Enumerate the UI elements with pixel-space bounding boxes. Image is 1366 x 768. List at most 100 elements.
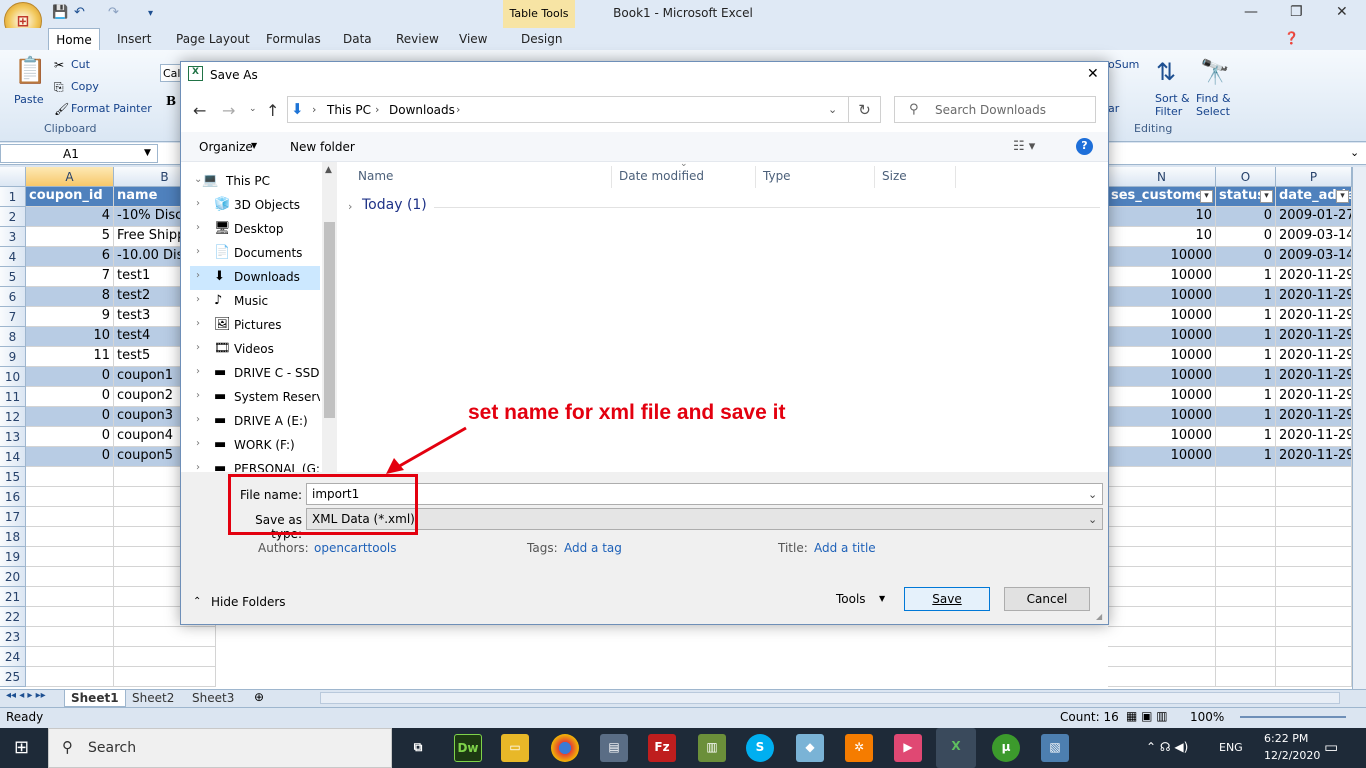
nav-item[interactable]: › 🖥 Desktop	[190, 218, 320, 242]
find-select-label-2[interactable]: Select	[1196, 105, 1230, 118]
column-size[interactable]: Size	[874, 166, 956, 188]
file-explorer-icon[interactable]: ▭	[501, 734, 529, 762]
restore-icon[interactable]: ❐	[1290, 4, 1303, 20]
nav-item[interactable]: › ▬ WORK (F:)	[190, 434, 320, 458]
row-header[interactable]: 5	[0, 267, 26, 287]
tab-design[interactable]: Design	[521, 32, 562, 46]
table-cell[interactable]: 4	[26, 207, 114, 227]
table-cell[interactable]: 10000	[1108, 347, 1216, 367]
table-cell[interactable]: 1	[1216, 447, 1276, 467]
empty-cell[interactable]	[114, 647, 216, 667]
sheet-tab-sheet2[interactable]: Sheet2	[126, 690, 180, 707]
table-cell[interactable]: 10000	[1108, 267, 1216, 287]
excel-taskbar-icon[interactable]: X	[936, 728, 976, 768]
empty-cell[interactable]	[1108, 587, 1216, 607]
empty-cell[interactable]	[1276, 467, 1352, 487]
empty-cell[interactable]	[1108, 607, 1216, 627]
nav-expand-icon[interactable]: ›	[196, 318, 200, 329]
app-icon-13[interactable]: ▧	[1041, 734, 1069, 762]
format-painter-button[interactable]: Format Painter	[71, 102, 152, 115]
empty-cell[interactable]	[1216, 487, 1276, 507]
nav-expand-icon[interactable]: ›	[196, 366, 200, 377]
namebox-dropdown-icon[interactable]: ▼	[144, 148, 151, 158]
table-header-cell[interactable]: status ▾	[1216, 187, 1276, 207]
language-indicator[interactable]: ENG	[1219, 741, 1243, 754]
table-cell[interactable]: 5	[26, 227, 114, 247]
file-name-dropdown-icon[interactable]: ⌄	[1088, 488, 1097, 501]
row-header[interactable]: 10	[0, 367, 26, 387]
empty-cell[interactable]	[1216, 667, 1276, 687]
table-cell[interactable]: 0	[26, 367, 114, 387]
empty-cell[interactable]	[26, 627, 114, 647]
nav-item[interactable]: ⌄ 💻 This PC	[188, 170, 318, 194]
table-cell[interactable]: 10	[1108, 207, 1216, 227]
table-cell[interactable]: 2009-01-27	[1276, 207, 1352, 227]
table-cell[interactable]: 0	[1216, 227, 1276, 247]
table-cell[interactable]: 10000	[1108, 407, 1216, 427]
table-cell[interactable]: 0	[26, 387, 114, 407]
empty-cell[interactable]	[26, 527, 114, 547]
empty-cell[interactable]	[1276, 587, 1352, 607]
empty-cell[interactable]	[1216, 647, 1276, 667]
tools-button[interactable]: Tools	[836, 592, 866, 606]
authors-value[interactable]: opencarttools	[314, 541, 397, 555]
view-options-icon[interactable]: ☷ ▾	[1013, 139, 1035, 154]
filter-dropdown-icon[interactable]: ▾	[1200, 190, 1213, 203]
horizontal-scrollbar[interactable]	[320, 692, 1340, 704]
zoom-slider[interactable]	[1240, 716, 1346, 718]
nav-expand-icon[interactable]: ›	[196, 246, 200, 257]
empty-cell[interactable]	[1108, 627, 1216, 647]
row-header[interactable]: 2	[0, 207, 26, 227]
clock-date[interactable]: 12/2/2020	[1264, 749, 1320, 762]
table-header-cell[interactable]: ses_customer ▾	[1108, 187, 1216, 207]
breadcrumb-downloads[interactable]: Downloads	[389, 103, 455, 117]
empty-cell[interactable]	[26, 467, 114, 487]
empty-cell[interactable]	[1276, 667, 1352, 687]
nav-expand-icon[interactable]: ›	[196, 390, 200, 401]
row-header[interactable]: 25	[0, 667, 26, 687]
filter-dropdown-icon[interactable]: ▾	[1260, 190, 1273, 203]
filter-dropdown-icon[interactable]: ▾	[1336, 190, 1349, 203]
empty-cell[interactable]	[26, 547, 114, 567]
app-icon-6[interactable]: ▥	[698, 734, 726, 762]
filezilla-icon[interactable]: Fz	[648, 734, 676, 762]
sheet-tab-sheet1[interactable]: Sheet1	[64, 690, 126, 707]
row-header[interactable]: 7	[0, 307, 26, 327]
row-header[interactable]: 17	[0, 507, 26, 527]
start-windows-icon[interactable]: ⊞	[14, 737, 29, 758]
up-icon[interactable]: ↑	[266, 101, 279, 120]
nav-expand-icon[interactable]: ›	[196, 438, 200, 449]
row-header[interactable]: 19	[0, 547, 26, 567]
table-cell[interactable]: 9	[26, 307, 114, 327]
save-as-type-select[interactable]: XML Data (*.xml)	[306, 508, 1103, 530]
sort-filter-label-2[interactable]: Filter	[1155, 105, 1182, 118]
table-cell[interactable]: 10000	[1108, 447, 1216, 467]
table-cell[interactable]: 2009-03-14	[1276, 247, 1352, 267]
row-header[interactable]: 23	[0, 627, 26, 647]
tab-formulas[interactable]: Formulas	[266, 32, 321, 46]
organize-button[interactable]: Organize	[199, 140, 253, 154]
row-header[interactable]: 21	[0, 587, 26, 607]
save-button[interactable]: Save	[904, 587, 990, 611]
table-cell[interactable]: 1	[1216, 387, 1276, 407]
column-date-modified[interactable]: Date modified	[611, 166, 756, 188]
dialog-close-icon[interactable]: ✕	[1087, 66, 1099, 82]
table-cell[interactable]: 11	[26, 347, 114, 367]
table-cell[interactable]: 2020-11-29	[1276, 287, 1352, 307]
column-header-p[interactable]: P	[1276, 167, 1352, 187]
empty-cell[interactable]	[1108, 467, 1216, 487]
notification-icon[interactable]: ▭	[1324, 738, 1338, 756]
empty-cell[interactable]	[1216, 567, 1276, 587]
address-dropdown-icon[interactable]: ⌄	[828, 103, 837, 116]
empty-cell[interactable]	[26, 567, 114, 587]
add-tag-link[interactable]: Add a tag	[564, 541, 622, 555]
nav-item[interactable]: › ▬ System Reserved	[190, 386, 320, 410]
nav-scroll-thumb[interactable]	[324, 222, 335, 418]
row-header[interactable]: 13	[0, 427, 26, 447]
view-buttons-icon[interactable]: ▦ ▣ ▥	[1126, 709, 1168, 723]
find-select-label-1[interactable]: Find &	[1196, 92, 1231, 105]
nav-item[interactable]: › ▬ DRIVE C - SSD (C	[190, 362, 320, 386]
table-cell[interactable]: 2009-03-14	[1276, 227, 1352, 247]
table-cell[interactable]: 6	[26, 247, 114, 267]
dreamweaver-icon[interactable]: Dw	[454, 734, 482, 762]
